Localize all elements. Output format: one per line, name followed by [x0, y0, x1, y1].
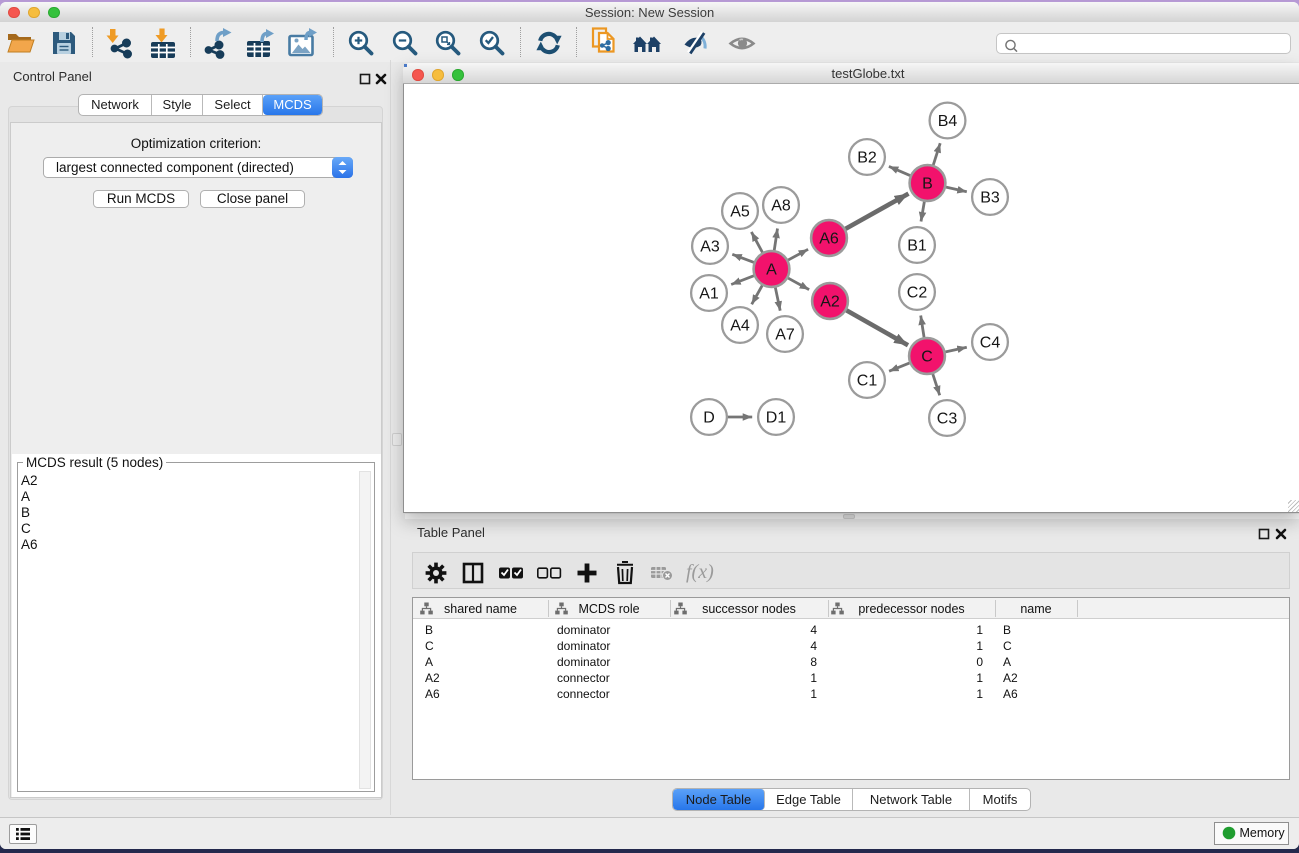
svg-text:C1: C1 [857, 373, 878, 390]
svg-text:A7: A7 [775, 327, 795, 344]
svg-text:B4: B4 [938, 113, 958, 130]
svg-text:C: C [921, 349, 933, 366]
svg-text:C4: C4 [980, 335, 1001, 352]
svg-text:A4: A4 [730, 318, 750, 335]
svg-text:A8: A8 [771, 198, 791, 215]
svg-text:D: D [703, 410, 715, 427]
svg-text:B3: B3 [980, 190, 1000, 207]
svg-text:A: A [766, 262, 777, 279]
svg-text:A2: A2 [820, 294, 840, 311]
svg-text:B1: B1 [907, 238, 927, 255]
svg-text:B: B [922, 176, 933, 193]
svg-text:A6: A6 [819, 231, 839, 248]
svg-text:D1: D1 [766, 410, 787, 427]
svg-text:C3: C3 [937, 411, 958, 428]
svg-text:C2: C2 [907, 285, 928, 302]
svg-text:B2: B2 [857, 150, 877, 167]
svg-text:A3: A3 [700, 239, 720, 256]
svg-text:A5: A5 [730, 204, 750, 221]
svg-text:A1: A1 [699, 286, 719, 303]
